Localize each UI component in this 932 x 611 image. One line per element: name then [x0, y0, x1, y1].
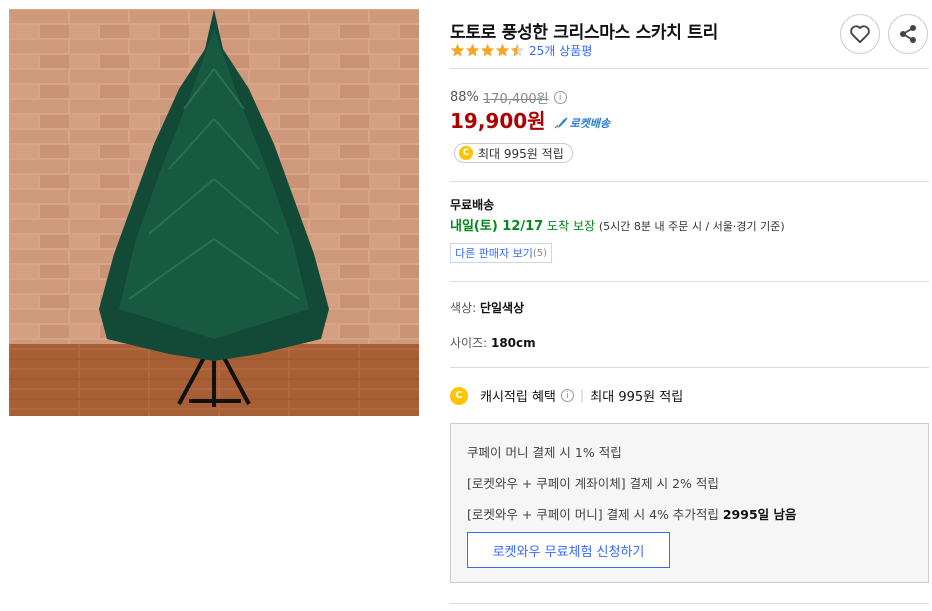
separator: |: [579, 388, 585, 403]
star-half-icon: [510, 43, 525, 57]
review-count-link[interactable]: 25개 상품평: [529, 42, 592, 59]
rocket-wow-trial-button[interactable]: 로켓와우 무료체험 신청하기: [467, 532, 670, 568]
star-icon: [480, 43, 495, 57]
divider: [450, 281, 929, 282]
benefit-line-text: [로켓와우 + 쿠페이 머니] 결제 시 4% 추가적립: [467, 507, 723, 522]
star-icon: [450, 43, 465, 57]
coin-icon: C: [450, 386, 468, 405]
color-option[interactable]: 색상: 단일색상: [450, 299, 524, 316]
rating-row: 25개 상품평: [450, 42, 592, 59]
product-title: 도토로 풍성한 크리스마스 스카치 트리: [450, 23, 718, 43]
color-option-value: 단일색상: [479, 301, 525, 315]
star-icon: [465, 43, 480, 57]
cash-reward-text: 최대 995원 적립: [478, 146, 564, 161]
color-option-label: 색상:: [450, 301, 480, 315]
delivery-info: 내일(토) 12/17 도착 보장 (5시간 8분 내 주문 시 / 서울·경기…: [450, 215, 785, 234]
benefit-days-left: 2995일 남음: [722, 507, 797, 522]
rocket-delivery-label: 로켓배송: [569, 117, 611, 130]
size-option[interactable]: 사이즈: 180cm: [450, 334, 536, 351]
info-icon[interactable]: i: [553, 91, 567, 104]
product-image[interactable]: [9, 9, 419, 416]
size-option-value: 180cm: [490, 336, 536, 350]
star-rating: [450, 43, 525, 58]
cashback-value: 최대 995원 적립: [590, 390, 684, 405]
coin-icon: C: [459, 146, 473, 160]
other-sellers-button[interactable]: 다른 판매자 보기 (5): [450, 243, 553, 263]
divider: [450, 68, 929, 69]
cashback-row: C 캐시적립 혜택 i | 최대 995원 적립: [450, 386, 683, 405]
benefit-line: [로켓와우 + 쿠페이 계좌이체] 결제 시 2% 적립: [467, 476, 719, 491]
price-row: 19,900원 로켓배송: [450, 105, 610, 134]
cash-reward-pill: C 최대 995원 적립: [454, 143, 573, 163]
share-icon: [900, 25, 916, 43]
other-sellers-label: 다른 판매자 보기: [455, 247, 533, 260]
benefit-line: 쿠페이 머니 결제 시 1% 적립: [467, 445, 622, 460]
benefit-box: 쿠페이 머니 결제 시 1% 적립 [로켓와우 + 쿠페이 계좌이체] 결제 시…: [450, 423, 929, 583]
product-image-drawing: [9, 9, 419, 416]
benefit-line: [로켓와우 + 쿠페이 머니] 결제 시 4% 추가적립 2995일 남음: [467, 504, 797, 523]
shipping-title: 무료배송: [450, 198, 495, 212]
rocket-icon: [554, 117, 567, 129]
discount-rate: 88%: [450, 90, 479, 105]
cashback-label: 캐시적립 혜택: [480, 390, 556, 405]
wishlist-button[interactable]: [840, 14, 880, 54]
other-sellers-count: (5): [532, 247, 548, 259]
heart-icon: [850, 25, 870, 44]
size-option-label: 사이즈:: [450, 336, 491, 350]
star-icon: [495, 43, 510, 57]
share-button[interactable]: [888, 14, 928, 54]
delivery-note: (5시간 8분 내 주문 시 / 서울·경기 기준): [598, 220, 785, 233]
delivery-date: 내일(토) 12/17: [450, 219, 544, 234]
divider: [450, 367, 929, 368]
info-icon[interactable]: i: [560, 389, 574, 402]
rocket-delivery-badge: 로켓배송: [554, 115, 610, 131]
divider: [450, 603, 929, 604]
delivery-guarantee: 도착 보장: [547, 219, 596, 233]
divider: [450, 181, 929, 182]
sale-price: 19,900원: [450, 109, 546, 133]
